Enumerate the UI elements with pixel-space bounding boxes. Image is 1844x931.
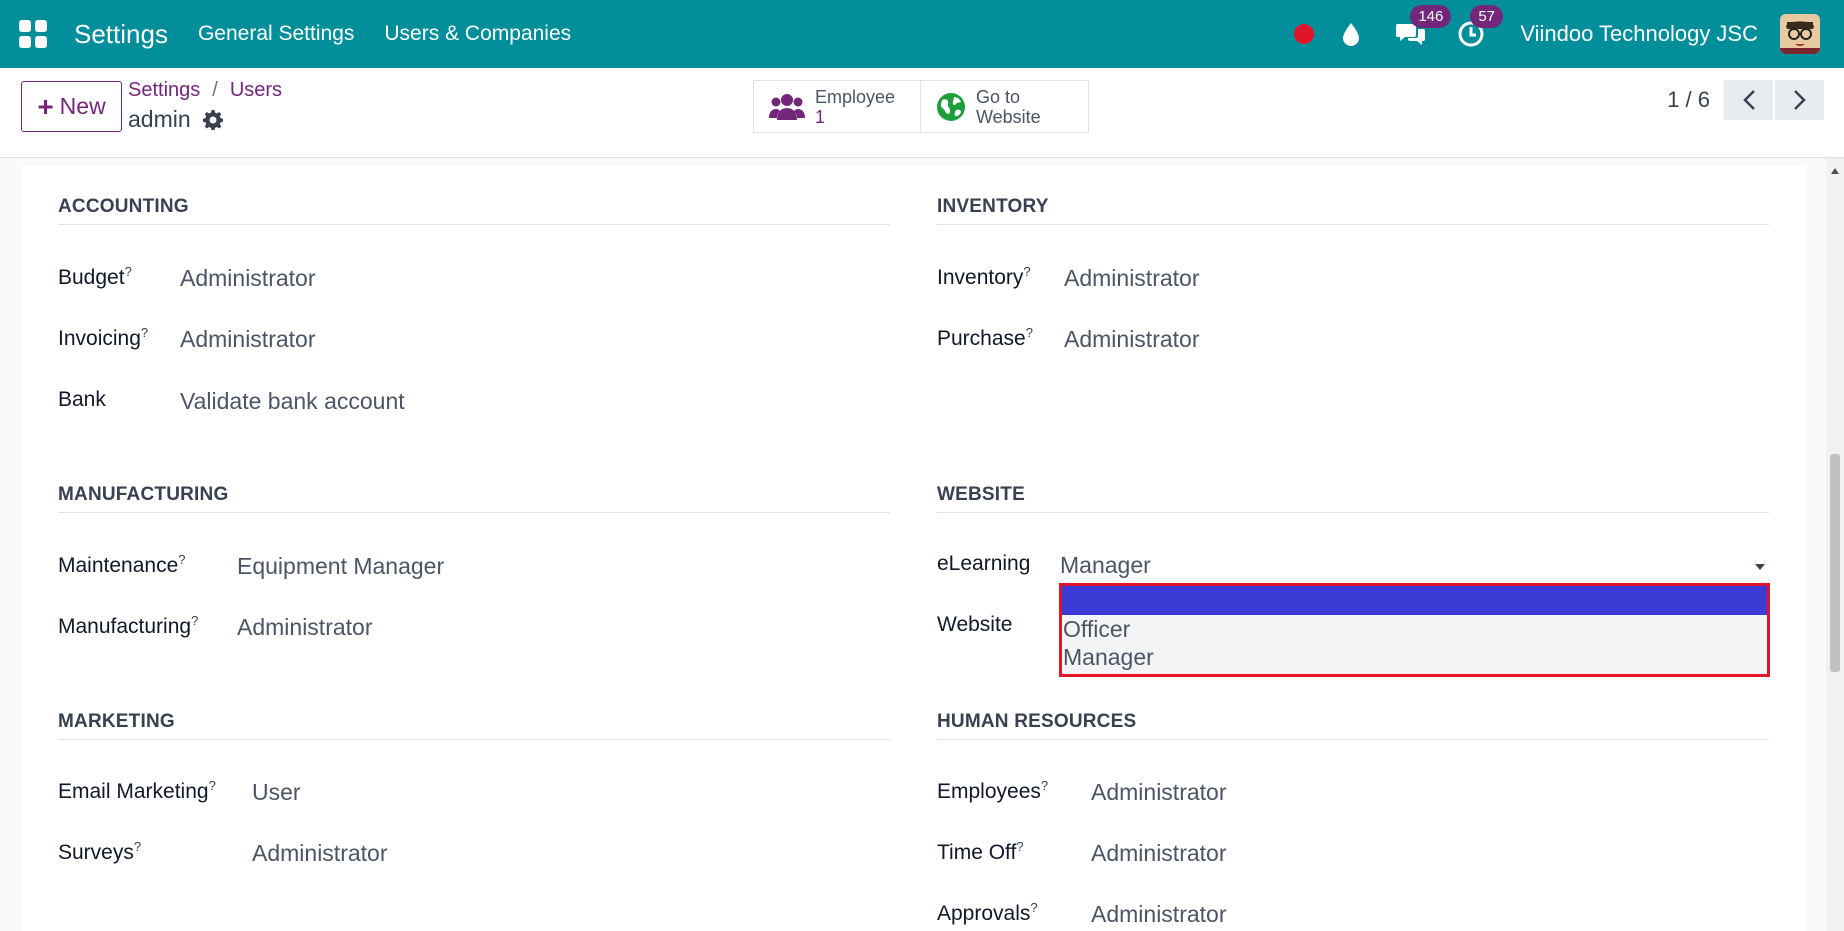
record-name: admin	[128, 106, 191, 132]
field-value-invoicing[interactable]: Administrator	[180, 326, 315, 353]
help-tooltip-icon[interactable]: ?	[1016, 839, 1023, 854]
field-label-elearning: eLearning	[937, 552, 1031, 575]
section-divider	[58, 739, 890, 740]
field-value-budget[interactable]: Administrator	[180, 265, 315, 292]
field-value-employees[interactable]: Administrator	[1091, 779, 1226, 806]
messages-icon[interactable]: 146	[1396, 5, 1452, 49]
field-label-purchase: Purchase?	[937, 325, 1033, 350]
scrollbar-thumb[interactable]	[1830, 454, 1840, 672]
field-label-employees: Employees?	[937, 778, 1049, 803]
field-label-email-marketing: Email Marketing?	[58, 778, 216, 803]
breadcrumb-settings[interactable]: Settings	[128, 79, 200, 102]
field-label-manufacturing: Manufacturing?	[58, 613, 199, 638]
pager-next-button[interactable]	[1775, 80, 1824, 120]
breadcrumb-users[interactable]: Users	[230, 79, 282, 102]
field-label-inventory: Inventory?	[937, 264, 1031, 289]
field-label-invoicing: Invoicing?	[58, 325, 149, 350]
section-divider	[58, 512, 890, 513]
field-value-bank[interactable]: Validate bank account	[180, 388, 405, 415]
employee-button-label: Employee	[815, 86, 896, 107]
section-website-title: WEBSITE	[937, 484, 1025, 505]
users-group-icon	[769, 93, 805, 120]
record-title: admin	[128, 106, 223, 133]
field-value-approvals[interactable]: Administrator	[1091, 901, 1226, 928]
field-label-maintenance: Maintenance?	[58, 552, 186, 577]
section-inventory-title: INVENTORY	[937, 196, 1049, 217]
globe-icon	[937, 92, 965, 121]
breadcrumb: Settings / Users	[128, 79, 282, 102]
help-tooltip-icon[interactable]: ?	[125, 264, 132, 279]
menu-users-companies[interactable]: Users & Companies	[384, 22, 571, 46]
elearning-selected-value: Manager	[1060, 552, 1151, 578]
section-divider	[937, 739, 1769, 740]
dropdown-option-officer[interactable]: Officer	[1062, 615, 1767, 643]
field-label-budget: Budget?	[58, 264, 132, 289]
website-button-line2: Website	[976, 106, 1041, 127]
help-tooltip-icon[interactable]: ?	[1041, 778, 1048, 793]
section-divider	[58, 224, 890, 225]
help-tooltip-icon[interactable]: ?	[1026, 325, 1033, 340]
pager: 1 / 6	[1667, 80, 1824, 120]
field-label-surveys: Surveys?	[58, 839, 142, 864]
field-value-inventory[interactable]: Administrator	[1064, 265, 1199, 292]
dropdown-option-empty[interactable]	[1062, 586, 1767, 615]
employee-button-count: 1	[815, 106, 826, 127]
messages-count-badge: 146	[1410, 5, 1452, 28]
chevron-right-icon	[1793, 90, 1806, 110]
top-navbar: Settings General Settings Users & Compan…	[0, 0, 1844, 68]
vertical-scrollbar[interactable]	[1826, 158, 1844, 931]
field-value-email-marketing[interactable]: User	[252, 779, 301, 806]
field-label-time-off: Time Off?	[937, 839, 1024, 864]
pager-previous-button[interactable]	[1724, 80, 1773, 120]
pager-value[interactable]: 1 / 6	[1667, 87, 1710, 113]
go-to-website-button[interactable]: Go to Website	[921, 81, 1088, 132]
activities-count-badge: 57	[1470, 5, 1503, 28]
new-button[interactable]: + New	[21, 81, 122, 132]
dropdown-option-manager[interactable]: Manager	[1062, 643, 1767, 671]
section-accounting-title: ACCOUNTING	[58, 196, 189, 217]
new-button-label: New	[59, 93, 106, 119]
debug-drop-icon[interactable]	[1336, 19, 1366, 49]
help-tooltip-icon[interactable]: ?	[191, 613, 198, 628]
scroll-up-arrow-icon[interactable]	[1831, 168, 1839, 174]
gear-icon[interactable]	[202, 109, 223, 130]
elearning-dropdown-list: Officer Manager	[1059, 583, 1770, 677]
field-value-maintenance[interactable]: Equipment Manager	[237, 553, 444, 580]
field-value-manufacturing[interactable]: Administrator	[237, 614, 372, 641]
menu-general-settings[interactable]: General Settings	[198, 22, 354, 46]
smart-buttons: Employee 1 Go to Website	[753, 80, 1089, 133]
help-tooltip-icon[interactable]: ?	[134, 839, 141, 854]
help-tooltip-icon[interactable]: ?	[1030, 900, 1037, 915]
section-human-resources-title: HUMAN RESOURCES	[937, 711, 1137, 732]
elearning-select[interactable]: Manager	[1060, 552, 1769, 582]
field-value-surveys[interactable]: Administrator	[252, 840, 387, 867]
section-divider	[937, 224, 1769, 225]
field-value-time-off[interactable]: Administrator	[1091, 840, 1226, 867]
help-tooltip-icon[interactable]: ?	[1023, 264, 1030, 279]
company-switcher[interactable]: Viindoo Technology JSC	[1520, 21, 1758, 47]
control-panel: + New Settings / Users admin Employee 1	[0, 68, 1844, 158]
help-tooltip-icon[interactable]: ?	[209, 778, 216, 793]
activities-clock-icon[interactable]: 57	[1456, 5, 1503, 49]
apps-menu-icon[interactable]	[19, 20, 47, 48]
plus-icon: +	[37, 90, 54, 122]
field-value-purchase[interactable]: Administrator	[1064, 326, 1199, 353]
section-marketing-title: MARKETING	[58, 711, 175, 732]
breadcrumb-separator: /	[212, 79, 218, 101]
recording-indicator-icon[interactable]	[1294, 24, 1315, 44]
website-button-line1: Go to	[976, 86, 1021, 107]
section-divider	[937, 512, 1769, 513]
caret-down-icon	[1755, 564, 1765, 570]
field-label-approvals: Approvals?	[937, 900, 1038, 925]
app-title[interactable]: Settings	[74, 19, 168, 50]
employee-smart-button[interactable]: Employee 1	[754, 81, 921, 132]
section-manufacturing-title: MANUFACTURING	[58, 484, 229, 505]
user-avatar[interactable]	[1780, 14, 1820, 54]
help-tooltip-icon[interactable]: ?	[178, 552, 185, 567]
chevron-left-icon	[1742, 90, 1755, 110]
field-label-website: Website	[937, 613, 1013, 636]
field-label-bank: Bank	[58, 388, 106, 411]
help-tooltip-icon[interactable]: ?	[141, 325, 148, 340]
